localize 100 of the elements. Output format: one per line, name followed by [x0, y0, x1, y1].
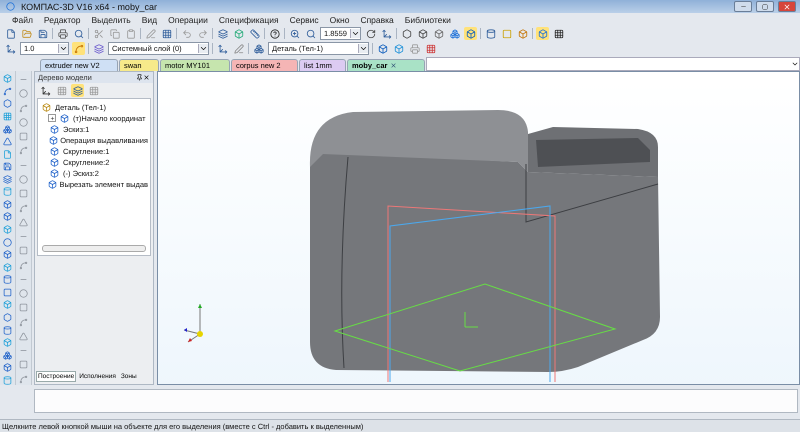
tool-icon[interactable] [1, 162, 14, 172]
menu-item[interactable]: Спецификация [218, 14, 279, 24]
tool-icon[interactable] [1, 325, 14, 335]
caret-icon[interactable] [358, 44, 368, 53]
layer-icon[interactable] [92, 42, 105, 55]
menu-item[interactable]: Операции [168, 14, 208, 24]
part-model-drawing[interactable] [310, 110, 660, 372]
sketch-tool-icon[interactable] [17, 216, 30, 228]
expand-icon[interactable] [48, 114, 56, 122]
tool-icon[interactable] [1, 275, 14, 285]
cube-icon[interactable] [464, 27, 477, 40]
tool-icon[interactable] [1, 99, 14, 109]
caret-icon[interactable] [350, 29, 360, 38]
axes-icon[interactable] [216, 42, 229, 55]
cubes-icon[interactable] [252, 42, 265, 55]
cubes-icon[interactable] [448, 27, 461, 40]
part-icon [58, 112, 71, 124]
tool-icon[interactable] [1, 262, 14, 272]
copy-icon[interactable] [108, 27, 121, 40]
menu-item[interactable]: Библиотеки [404, 14, 451, 24]
sketch-tool-icon[interactable] [17, 131, 30, 142]
tool-icon[interactable] [1, 149, 14, 159]
sketch-tool-icon[interactable] [17, 245, 30, 256]
dropdown-icon[interactable] [791, 60, 799, 68]
scissors-icon[interactable] [92, 27, 105, 40]
sketch-tool-icon[interactable] [17, 374, 30, 385]
scroll-bar[interactable] [42, 245, 146, 252]
sketch-tool-icon[interactable] [17, 288, 30, 300]
zoom-in-icon[interactable] [288, 27, 301, 40]
sketch-tool-icon[interactable] [17, 359, 30, 371]
tool-icon[interactable] [1, 288, 14, 298]
table-icon[interactable] [552, 27, 565, 40]
cylinder-icon[interactable] [484, 27, 497, 40]
tool-icon[interactable] [1, 174, 14, 184]
tool-icon[interactable] [1, 187, 14, 197]
folder-icon[interactable] [20, 27, 33, 40]
tool-icon[interactable] [1, 224, 14, 234]
sketch-tool-icon[interactable] [17, 302, 30, 314]
hexagon-icon[interactable] [400, 27, 413, 40]
sketch-tool-icon[interactable] [17, 202, 30, 214]
ruler-icon[interactable] [248, 27, 261, 40]
rotate-icon[interactable] [364, 27, 377, 40]
sketch-tool-icon[interactable] [17, 174, 30, 186]
cursor-icon[interactable] [39, 84, 52, 97]
tool-icon[interactable] [1, 200, 14, 210]
zoom-icon[interactable] [304, 27, 317, 40]
axes-icon[interactable] [380, 27, 393, 40]
tool-icon[interactable] [1, 74, 14, 84]
caret-icon[interactable] [58, 44, 68, 53]
menu-item[interactable]: Редактор [44, 14, 80, 24]
close-tab-icon[interactable] [390, 62, 398, 69]
tool-icon[interactable] [1, 350, 14, 360]
maximize-button[interactable] [756, 1, 774, 12]
layers-icon[interactable] [216, 27, 229, 40]
sketch-tool-icon[interactable] [17, 316, 30, 328]
undo-icon[interactable] [180, 27, 193, 40]
snap-icon[interactable] [72, 42, 85, 55]
menu-item[interactable]: Окно [330, 14, 350, 24]
pen-icon[interactable] [232, 42, 245, 55]
pen-icon[interactable] [144, 27, 157, 40]
cube-icon[interactable] [536, 27, 549, 40]
tool-icon[interactable] [1, 86, 14, 96]
maximize-icon [762, 4, 768, 10]
sketch-tool-icon[interactable] [17, 188, 30, 200]
save-icon[interactable] [36, 27, 49, 40]
menu-item[interactable]: Выделить [92, 14, 131, 24]
tool-icon[interactable] [1, 338, 14, 348]
tool-icon[interactable] [1, 237, 14, 247]
tool-icon[interactable] [1, 250, 14, 260]
help-icon[interactable] [268, 27, 281, 40]
sketch-tool-icon[interactable] [17, 88, 30, 100]
sketch-tool-icon[interactable] [17, 102, 30, 114]
caret-icon[interactable] [198, 44, 208, 53]
tool-icon[interactable] [1, 212, 14, 222]
tool-icon[interactable] [1, 362, 14, 372]
close-icon[interactable] [143, 74, 150, 81]
tool-icon[interactable] [1, 376, 14, 386]
tree-view-icon[interactable] [71, 84, 84, 97]
menu-item[interactable]: Справка [360, 14, 394, 24]
sketch-tool-icon[interactable] [17, 259, 30, 271]
tool-icon[interactable] [1, 312, 14, 322]
sketch-tool-icon[interactable] [17, 116, 30, 128]
tool-icon[interactable] [1, 124, 14, 134]
command-line-field[interactable] [34, 389, 798, 413]
tool-icon[interactable] [1, 300, 14, 310]
preview-icon[interactable] [72, 27, 85, 40]
sketch-tool-icon[interactable] [17, 145, 30, 157]
tool-icon[interactable] [1, 112, 14, 122]
cube-icon[interactable] [432, 27, 445, 40]
tool-icon[interactable] [1, 136, 14, 146]
menu-item[interactable]: Сервис [290, 14, 319, 24]
grid-icon[interactable] [160, 27, 173, 40]
menu-item[interactable]: Вид [142, 14, 158, 24]
cube-icon[interactable] [376, 42, 389, 55]
pin-icon[interactable] [136, 74, 143, 81]
axes-icon[interactable] [4, 42, 17, 55]
menu-item[interactable]: Файл [12, 14, 33, 24]
sketch-tool-icon[interactable] [17, 330, 30, 342]
printer-icon[interactable] [56, 27, 69, 40]
cube-icon[interactable] [416, 27, 429, 40]
